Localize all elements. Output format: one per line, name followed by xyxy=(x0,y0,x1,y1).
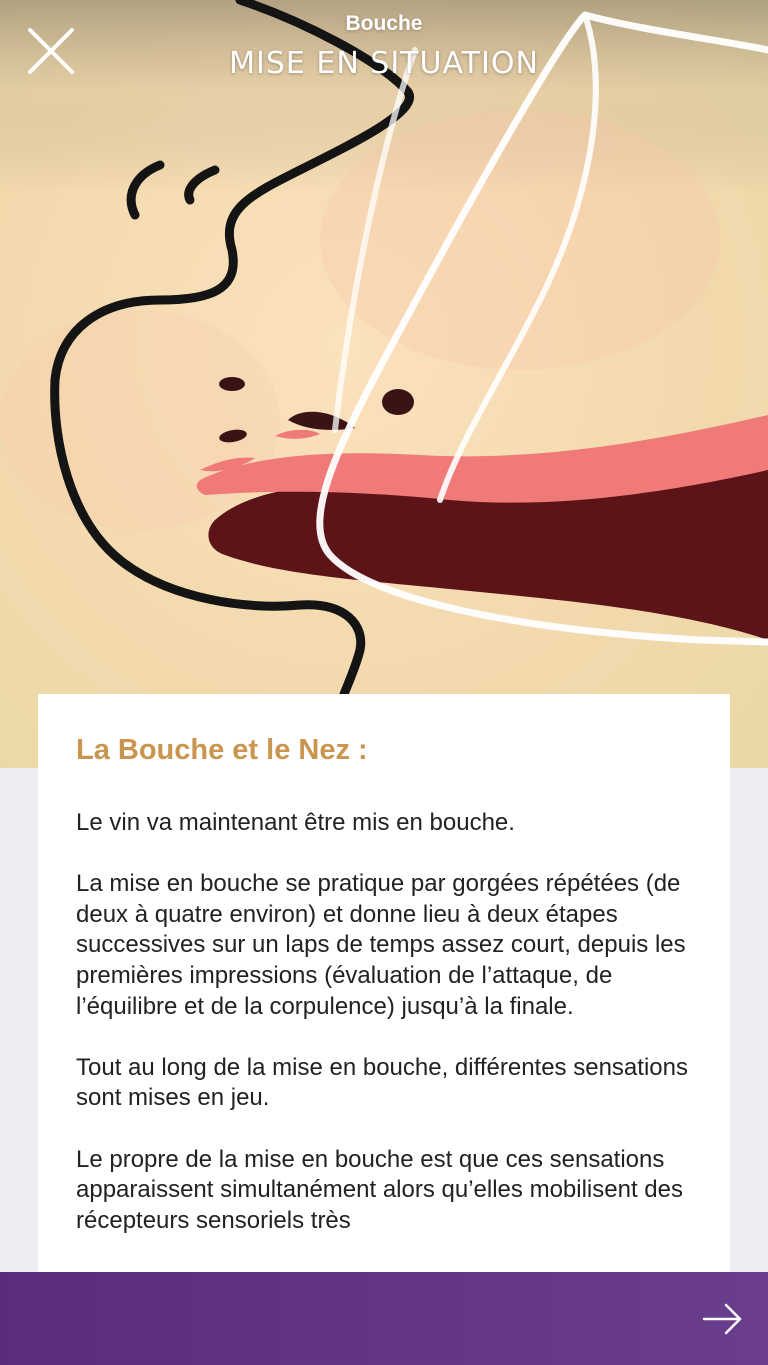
next-button[interactable] xyxy=(700,1296,746,1342)
paragraph: Le propre de la mise en bouche est que c… xyxy=(76,1145,683,1234)
content-card: La Bouche et le Nez : Le vin va maintena… xyxy=(38,694,730,1272)
hero-illustration xyxy=(0,0,768,768)
content-title: La Bouche et le Nez : xyxy=(76,734,368,766)
paragraph: Tout au long de la mise en bouche, diffé… xyxy=(76,1053,688,1112)
section-name: Bouche xyxy=(345,12,423,35)
content-body: Le vin va maintenant être mis en bouche.… xyxy=(76,808,700,1267)
arrow-right-icon xyxy=(702,1303,742,1335)
wine-tasting-illustration xyxy=(0,0,768,768)
paragraph: Le vin va maintenant être mis en bouche. xyxy=(76,809,515,836)
paragraph: La mise en bouche se pratique par gorgée… xyxy=(76,870,686,1020)
page-title: Mise en situation xyxy=(229,46,539,81)
bottom-bar xyxy=(0,1272,768,1365)
